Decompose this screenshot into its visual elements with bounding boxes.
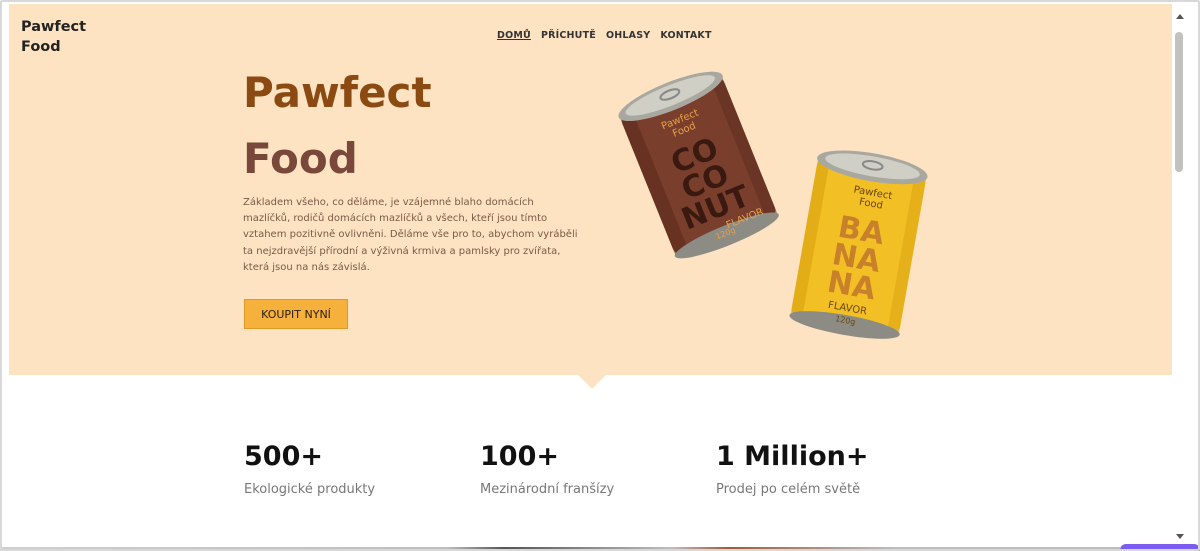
brand-logo[interactable]: Pawfect Food	[21, 17, 111, 57]
hero-title: Pawfect Food	[243, 60, 432, 192]
stat-label: Ekologické produkty	[244, 482, 376, 497]
browser-viewport: Pawfect Food DOMŮ PŘÍCHUTĚ OHLASY KONTAK…	[0, 0, 1200, 551]
coconut-weight: 120g	[714, 225, 736, 241]
hero-title-line1: Pawfect	[243, 68, 432, 117]
hero-title-line2: Food	[243, 134, 358, 183]
main-nav: DOMŮ PŘÍCHUTĚ OHLASY KONTAKT	[497, 30, 712, 41]
stat-eco-products: 500+ Ekologické produkty	[244, 438, 375, 497]
buy-now-button[interactable]: KOUPIT NYNÍ	[244, 299, 348, 329]
hero-notch	[578, 375, 606, 389]
hero-section	[9, 4, 1172, 375]
scrollbar-thumb[interactable]	[1175, 32, 1183, 172]
stats-section: 500+ Ekologické produkty 100+ Mezinárodn…	[0, 438, 1200, 508]
coconut-weight-label: 120g	[714, 225, 736, 241]
nav-item-flavors[interactable]: PŘÍCHUTĚ	[541, 30, 596, 41]
scroll-down-arrow-icon[interactable]	[1176, 534, 1184, 539]
next-section-peek	[0, 547, 1120, 551]
nav-item-reviews[interactable]: OHLASY	[606, 30, 650, 41]
coconut-can-image: Pawfect Food CO CO NUT FLAVOR	[618, 71, 779, 259]
stat-value: 1 Million+	[716, 441, 869, 472]
stat-label: Mezinárodní franšízy	[480, 482, 615, 497]
stat-value: 100+	[480, 441, 559, 472]
stat-label: Prodej po celém světě	[716, 482, 861, 497]
stat-worldwide-sales: 1 Million+ Prodej po celém světě	[716, 438, 868, 497]
banana-can-image: Pawfect Food BA NA NA FLAVOR 120g	[789, 150, 928, 339]
floating-widget-tab[interactable]	[1120, 544, 1200, 551]
nav-item-home[interactable]: DOMŮ	[497, 30, 531, 41]
brand-logo-line1: Pawfect	[21, 19, 87, 35]
stat-value: 500+	[244, 441, 323, 472]
hero-description: Základem všeho, co děláme, je vzájemné b…	[243, 197, 578, 273]
nav-item-contact[interactable]: KONTAKT	[660, 30, 711, 41]
scroll-up-arrow-icon[interactable]	[1176, 14, 1184, 19]
brand-logo-line2: Food	[21, 39, 61, 55]
stat-franchises: 100+ Mezinárodní franšízy	[480, 438, 614, 497]
